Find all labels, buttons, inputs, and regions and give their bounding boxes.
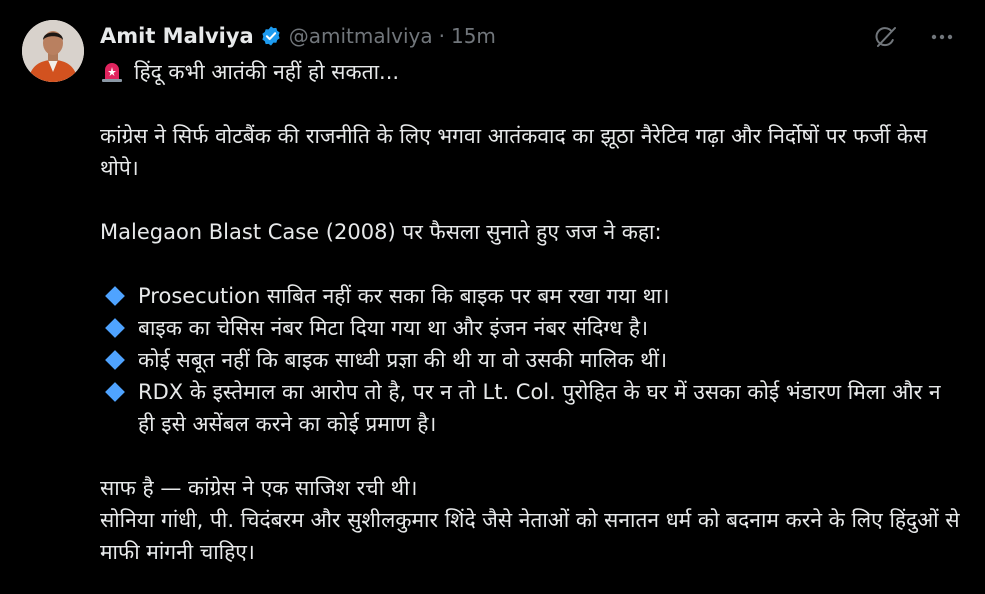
tweet-paragraph-2: Malegaon Blast Case (2008) पर फैसला सुना… — [100, 220, 662, 244]
bullet-item: कोई सबूत नहीं कि बाइक साध्वी प्रज्ञा की … — [100, 344, 960, 376]
avatar[interactable] — [22, 20, 84, 82]
tweet-paragraph-3-line-1: साफ है — कांग्रेस ने एक साजिश रची थी। — [100, 476, 418, 500]
bullet-text: RDX के इस्तेमाल का आरोप तो है, पर न तो L… — [138, 380, 941, 436]
blue-diamond-icon — [105, 350, 125, 370]
tweet-text: हिंदू कभी आतंकी नहीं हो सकता... कांग्रेस… — [100, 56, 960, 568]
blue-diamond-icon — [105, 318, 125, 338]
bullet-item: Prosecution साबित नहीं कर सका कि बाइक पर… — [100, 280, 960, 312]
bullet-text: Prosecution साबित नहीं कर सका कि बाइक पर… — [138, 284, 670, 308]
timestamp[interactable]: 15m — [451, 24, 496, 48]
bullet-text: बाइक का चेसिस नंबर मिटा दिया गया था और इ… — [138, 316, 649, 340]
avatar-image — [22, 20, 84, 82]
tweet-actions — [871, 22, 957, 52]
blue-diamond-icon — [105, 286, 125, 306]
more-icon[interactable] — [927, 22, 957, 52]
tweet-header: Amit Malviya @amitmalviya · 15m — [100, 20, 496, 52]
tweet-line-1-text: हिंदू कभी आतंकी नहीं हो सकता... — [134, 60, 400, 84]
blue-diamond-icon — [105, 382, 125, 402]
verified-badge-icon — [260, 25, 282, 47]
bullet-text: कोई सबूत नहीं कि बाइक साध्वी प्रज्ञा की … — [138, 348, 668, 372]
tweet-paragraph-3-line-2: सोनिया गांधी, पी. चिदंबरम और सुशीलकुमार … — [100, 508, 960, 564]
author-handle[interactable]: @amitmalviya — [289, 24, 433, 48]
grok-icon[interactable] — [871, 22, 901, 52]
tweet-line-1: हिंदू कभी आतंकी नहीं हो सकता... — [100, 56, 960, 88]
bullet-item: बाइक का चेसिस नंबर मिटा दिया गया था और इ… — [100, 312, 960, 344]
bullet-item: RDX के इस्तेमाल का आरोप तो है, पर न तो L… — [100, 376, 960, 440]
rotating-light-icon — [100, 59, 124, 83]
author-name[interactable]: Amit Malviya — [100, 24, 254, 48]
tweet-paragraph-1: कांग्रेस ने सिर्फ वोटबैंक की राजनीति के … — [100, 124, 928, 180]
separator-dot: · — [438, 24, 445, 48]
